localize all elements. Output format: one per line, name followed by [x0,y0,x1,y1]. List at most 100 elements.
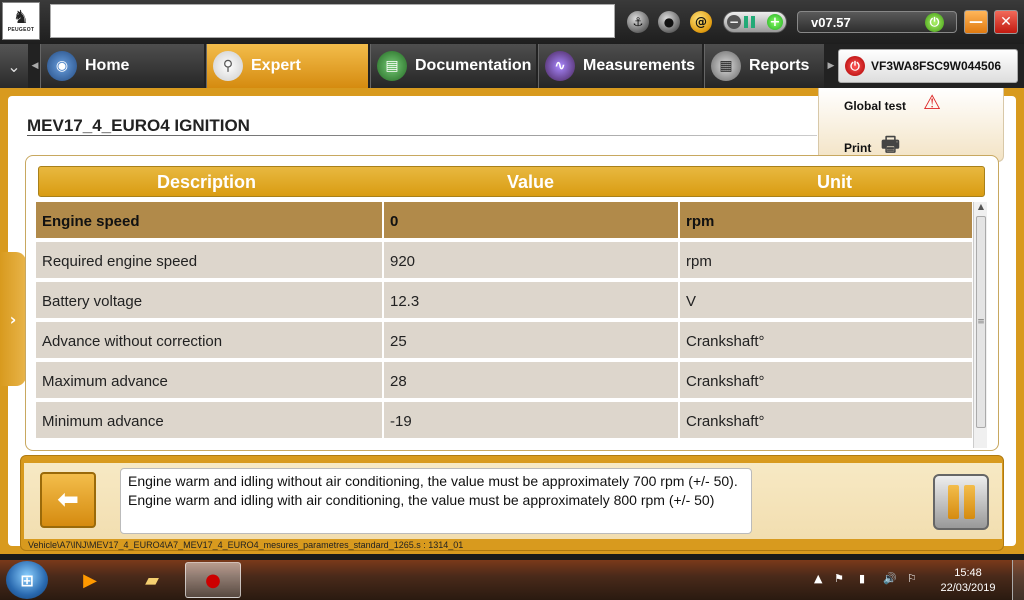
table-row[interactable]: Minimum advance -19 Crankshaft° [36,402,972,439]
main-nav: ⌄ ◀ ◉ Home ⚲ Expert ▤ Documentation ∿ Me… [0,44,1024,88]
tab-measurements-label: Measurements [583,57,696,74]
cell-value: -19 [384,402,678,439]
cell-unit: Crankshaft° [680,362,972,399]
tab-reports-label: Reports [749,57,810,74]
tray-app-icon[interactable]: ⚑ [834,572,844,585]
home-icon: ◉ [47,51,77,81]
power-icon: ⏻ [845,56,865,76]
pause-bar-icon [963,485,975,519]
vin-button[interactable]: ⏻ VF3WA8FSC9W044506 [838,49,1018,83]
lion-icon: ♞ [12,7,30,28]
top-bar: ♞ PEUGEOT ⚓ ● @ − + v07.57 ⏻ — ✕ [0,0,1024,44]
cell-value: 0 [384,202,678,239]
folder-icon: ▰ [145,569,159,591]
anchor-icon[interactable]: ⚓ [627,11,649,33]
cell-value: 25 [384,322,678,359]
nav-right-arrow-icon[interactable]: ▶ [826,44,836,88]
title-divider [27,135,817,136]
battery-bar [744,16,748,28]
file-explorer-taskbar-button[interactable]: ▰ [124,562,180,598]
pause-bar-icon [947,485,959,519]
magnifier-icon: ⚲ [213,51,243,81]
diagbox-icon: ● [205,569,221,591]
tab-documentation-label: Documentation [415,57,532,74]
scroll-up-icon[interactable]: ▲ [974,202,988,214]
clock-time: 15:48 [954,567,982,579]
vin-label: VF3WA8FSC9W044506 [871,59,1002,73]
nav-left-arrow-icon[interactable]: ◀ [30,44,40,88]
tab-expert-label: Expert [251,57,301,74]
cell-unit: rpm [680,242,972,279]
table-header: Description Value Unit [38,166,985,197]
tray-device-icon[interactable]: ▮ [859,572,865,585]
volume-icon[interactable]: 🔊 [883,572,897,585]
battery-plus-icon: + [767,14,783,30]
power-icon[interactable]: ⏻ [925,13,944,32]
system-clock[interactable]: 15:48 22/03/2019 [930,566,1006,596]
cell-unit: V [680,282,972,319]
column-header-value: Value [507,172,555,192]
side-expand-tab[interactable]: › [0,252,26,386]
peugeot-logo: ♞ PEUGEOT [2,2,40,40]
pause-button[interactable] [933,474,989,530]
cell-description: Advance without correction [36,322,382,359]
cell-unit: rpm [680,202,972,239]
battery-minus-icon: − [727,15,741,29]
email-icon[interactable]: @ [690,11,712,33]
waveform-icon: ∿ [545,51,575,81]
cell-unit: Crankshaft° [680,402,972,439]
battery-indicator: − + [723,11,787,33]
document-icon: ▦ [711,51,741,81]
address-field[interactable] [50,4,615,38]
start-button[interactable]: ⊞ [6,561,48,599]
info-text-box: Engine warm and idling without air condi… [120,468,752,534]
book-icon: ▤ [377,51,407,81]
windows-taskbar: ⊞ ▶ ▰ ● ▲ ⚑ ▮ 🔊 ⚐ 15:48 22/03/2019 [0,560,1024,600]
diagbox-taskbar-button[interactable]: ● [185,562,241,598]
table-row[interactable]: Advance without correction 25 Crankshaft… [36,322,972,359]
media-player-icon: ▶ [83,569,97,591]
clock-date: 22/03/2019 [940,582,996,594]
scrollbar-thumb[interactable]: ≡ [976,216,986,428]
table-row[interactable]: Battery voltage 12.3 V [36,282,972,319]
show-desktop-button[interactable] [1012,560,1024,600]
tab-home-label: Home [85,57,130,74]
cell-value: 920 [384,242,678,279]
warning-icon[interactable]: ⚠ [923,90,941,114]
table-row[interactable]: Engine speed 0 rpm [36,202,972,239]
table-row[interactable]: Required engine speed 920 rpm [36,242,972,279]
menu-chevron-icon[interactable]: ⌄ [0,44,28,88]
table-row[interactable]: Maximum advance 28 Crankshaft° [36,362,972,399]
close-button[interactable]: ✕ [994,10,1018,34]
cell-value: 28 [384,362,678,399]
script-path: Vehicle\A7\INJ\MEV17_4_EURO4\A7_MEV17_4_… [28,540,464,550]
cell-description: Maximum advance [36,362,382,399]
parameter-table-rows: Engine speed 0 rpm Required engine speed… [36,202,972,444]
column-header-description: Description [157,172,257,192]
tab-expert[interactable]: ⚲ Expert [206,44,368,88]
media-player-taskbar-button[interactable]: ▶ [62,562,118,598]
version-label: v07.57 [811,15,851,30]
version-badge: v07.57 ⏻ [797,11,957,33]
windows-logo-icon: ⊞ [20,570,34,590]
actions-panel: Global test ⚠ Print 🖶 [818,88,1004,162]
print-button[interactable]: Print [844,141,871,155]
cell-unit: Crankshaft° [680,322,972,359]
cell-description: Engine speed [36,202,382,239]
tab-measurements[interactable]: ∿ Measurements [538,44,702,88]
table-scrollbar[interactable]: ▲ ≡ [973,202,987,448]
tab-documentation[interactable]: ▤ Documentation [370,44,536,88]
back-button[interactable]: ⬅ [40,472,96,528]
minimize-button[interactable]: — [964,10,988,34]
chevron-right-icon: › [9,309,17,329]
person-icon[interactable]: ● [658,11,680,33]
global-test-button[interactable]: Global test [844,99,906,113]
tab-home[interactable]: ◉ Home [40,44,204,88]
tab-reports[interactable]: ▦ Reports [704,44,824,88]
cell-value: 12.3 [384,282,678,319]
tray-expand-icon[interactable]: ▲ [814,572,822,585]
network-icon[interactable]: ⚐ [907,572,917,585]
arrow-left-icon: ⬅ [57,485,79,515]
page-title: MEV17_4_EURO4 IGNITION [27,116,250,135]
diagnostic-app-window: ♞ PEUGEOT ⚓ ● @ − + v07.57 ⏻ — ✕ ⌄ ◀ ◉ H… [0,0,1024,600]
